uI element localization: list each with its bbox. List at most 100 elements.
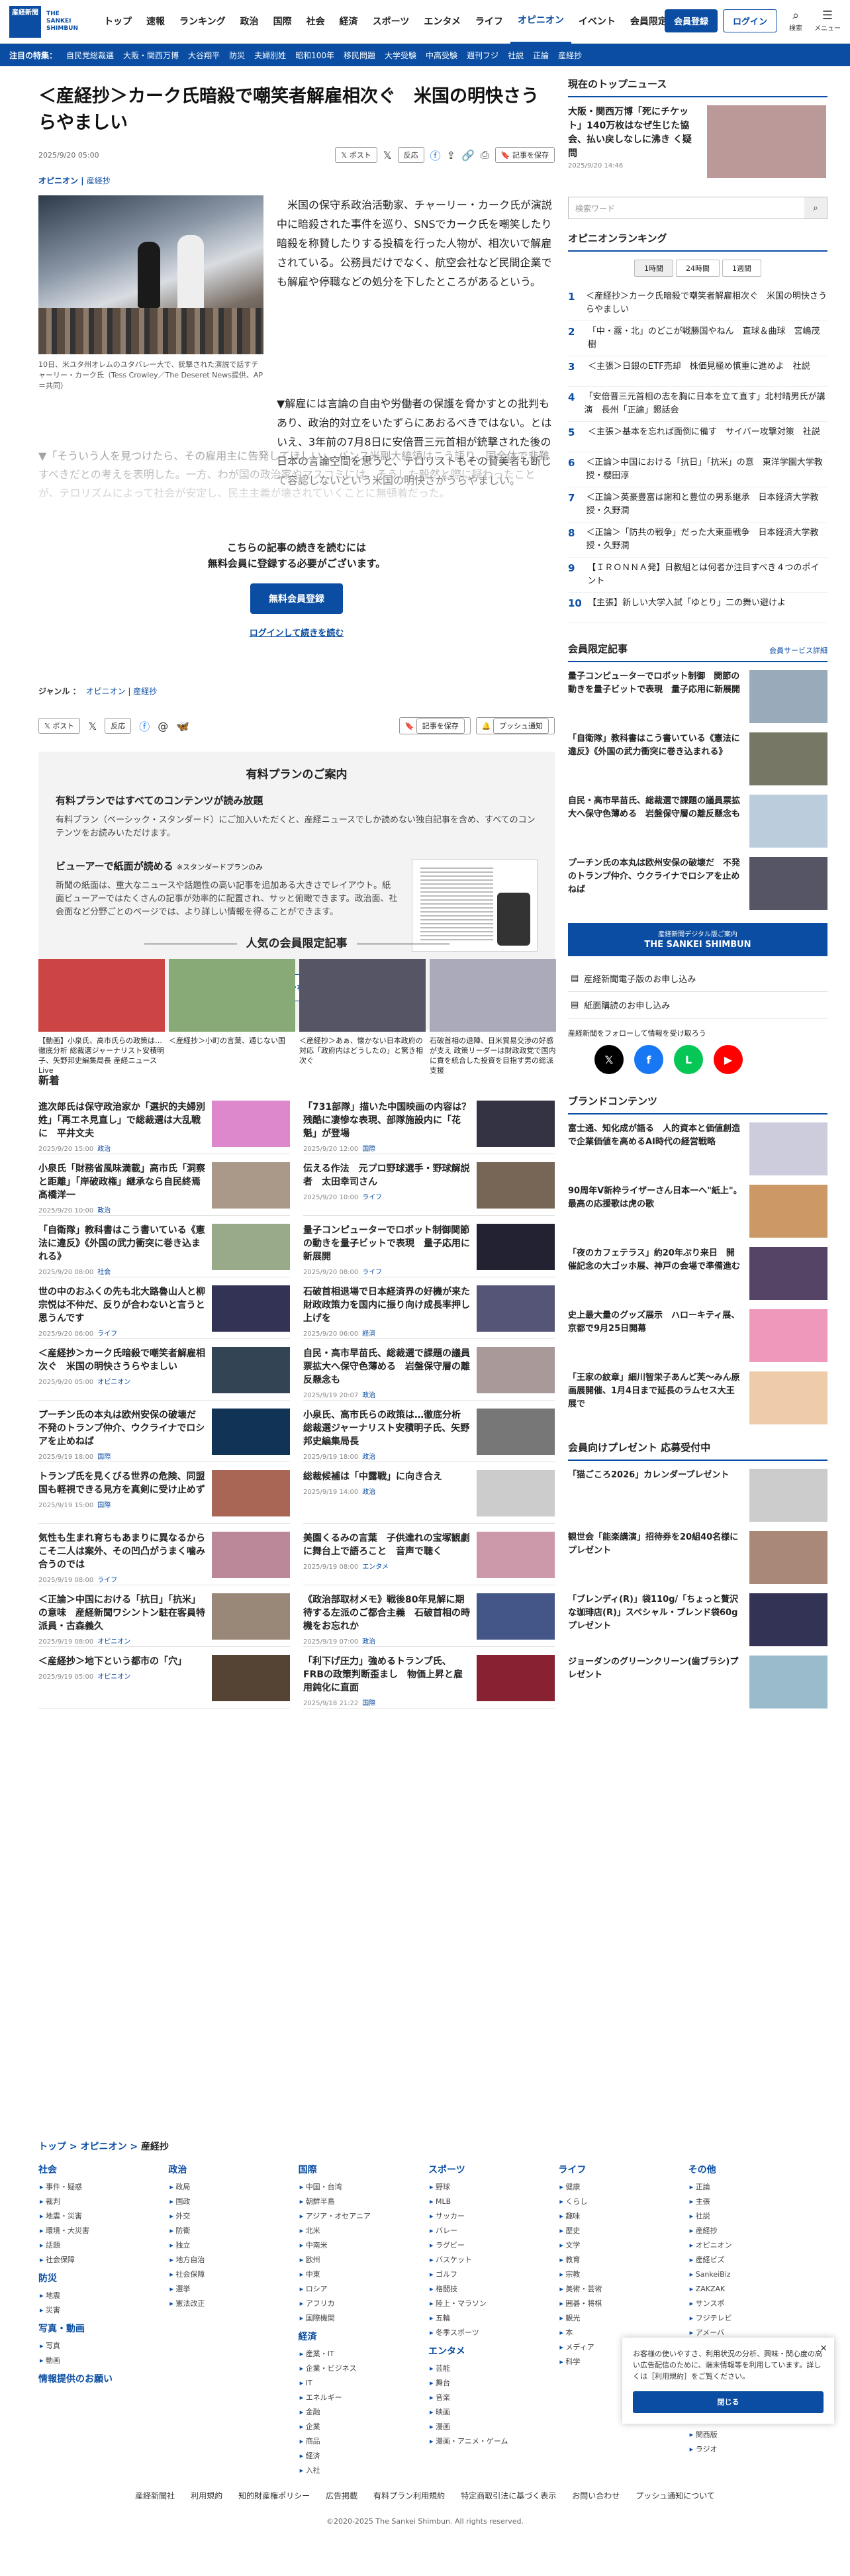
ranking-text[interactable]: ＜正論＞英豪豊富は謝和と豊位の男系継承 日本経済大学教授・久野潤 bbox=[587, 491, 827, 518]
news-row[interactable]: 石破首相退場で日本経済界の好機が来た 財政政策力を国内に振り向け成長率押し上げを… bbox=[303, 1277, 555, 1339]
footer-link[interactable]: オピニオン bbox=[688, 2238, 812, 2253]
footer-link-2[interactable]: 知的財産権ポリシー bbox=[238, 2491, 310, 2501]
member-item[interactable]: 自民・高市早苗氏、総裁選で課題の議員票拡大へ保守色薄める 岩盤保守層の離反懸念も bbox=[568, 795, 827, 848]
news-tag[interactable]: 国際 bbox=[362, 1700, 375, 1707]
top-news-item[interactable]: 大阪・関西万博「死にチケット」140万枚はなぜ生じた協会、払い戻しなしに沸き く… bbox=[568, 105, 827, 178]
free-register-button[interactable]: 無料会員登録 bbox=[250, 583, 343, 614]
footer-link[interactable]: 美術・芸術 bbox=[558, 2282, 681, 2297]
brand-text[interactable]: 「夜のカフェテラス」約20年ぶり来日 開催記念の大ゴッホ展、神戸の会場で準備進む bbox=[568, 1247, 743, 1300]
brand-item[interactable]: 90周年V新枠ライザーさん日本一へ"紙上"。最高の応援歌は虎の歌 bbox=[568, 1185, 827, 1238]
article-photo[interactable] bbox=[38, 195, 263, 354]
push-notify-button[interactable]: 🔔 プッシュ通知 bbox=[475, 717, 555, 734]
keyword-12[interactable]: 産経抄 bbox=[558, 50, 582, 61]
share-icon[interactable]: ⇪ bbox=[447, 149, 455, 162]
footer-link[interactable]: 中東 bbox=[299, 2267, 422, 2282]
news-thumb[interactable] bbox=[212, 1285, 290, 1332]
news-tag[interactable]: 経済 bbox=[362, 1330, 375, 1338]
footer-link[interactable]: 独立 bbox=[168, 2238, 291, 2253]
ranking-item[interactable]: 7 ＜正論＞英豪豊富は謝和と豊位の男系継承 日本経済大学教授・久野潤 bbox=[568, 487, 827, 522]
footer-link[interactable]: バスケット bbox=[428, 2253, 551, 2267]
news-title[interactable]: 美園くるみの言葉 子供達れの宝塚観劇に舞台上で語ろこと 音声で聴く bbox=[303, 1532, 471, 1558]
news-tag[interactable]: オピニオン bbox=[97, 1638, 130, 1646]
news-title[interactable]: 気性も生まれ育ちもあまりに異なるからこそ二人は案外、その凹凸がうまく噛み合うので… bbox=[38, 1532, 207, 1571]
news-thumb[interactable] bbox=[477, 1101, 555, 1147]
news-row[interactable]: 「731部隊」描いた中国映画の内容は？ 残酷に凄惨な表現、部隊施設内に「花魁」が… bbox=[303, 1093, 555, 1154]
brand-text[interactable]: 90周年V新枠ライザーさん日本一へ"紙上"。最高の応援歌は虎の歌 bbox=[568, 1185, 743, 1238]
react-button[interactable]: 反応 bbox=[397, 147, 424, 163]
footer-link[interactable]: 芸能 bbox=[428, 2361, 551, 2376]
news-row[interactable]: 量子コンピューターでロボット制御関節の動きを量子ビットで表現 量子応用に新展開 2… bbox=[303, 1216, 555, 1277]
footer-link[interactable]: 陸上・マラソン bbox=[428, 2297, 551, 2311]
footer-link[interactable]: 選挙 bbox=[168, 2282, 291, 2297]
news-title[interactable]: 石破首相退場で日本経済界の好機が来た 財政政策力を国内に振り向け成長率押し上げを bbox=[303, 1285, 479, 1325]
brand-item[interactable]: 富士通、知化成が語る 人的資本と価値創造で企業価値を高めるAI時代の経営戦略 bbox=[568, 1122, 827, 1175]
news-title[interactable]: 量子コンピューターでロボット制御関節の動きを量子ビットで表現 量子応用に新展開 bbox=[303, 1224, 471, 1263]
news-thumb[interactable] bbox=[212, 1593, 290, 1640]
present-thumb[interactable] bbox=[749, 1656, 827, 1709]
nav-item-3[interactable]: 政治 bbox=[233, 0, 266, 44]
present-text[interactable]: ジョーダンのグリーンクリーン(歯ブラシ)プレゼント bbox=[568, 1656, 743, 1709]
top-news-text[interactable]: 大阪・関西万博「死にチケット」140万枚はなぜ生じた協会、払い戻しなしに沸き く… bbox=[568, 105, 700, 161]
ranking-text[interactable]: 【ＩＲＯＮＮＡ発】日教組とは何者か注目すべき４つのポイント bbox=[587, 562, 827, 588]
news-thumb[interactable] bbox=[212, 1224, 290, 1270]
news-thumb[interactable] bbox=[477, 1162, 555, 1209]
news-row[interactable]: 美園くるみの言葉 子供達れの宝塚観劇に舞台上で語ろこと 音声で聴く 2025/9/… bbox=[303, 1524, 555, 1585]
footer-link-0[interactable]: 産経新聞社 bbox=[135, 2491, 175, 2501]
news-title[interactable]: 伝える作法 元プロ野球選手・野球解説者 太田幸司さん bbox=[303, 1162, 471, 1189]
news-title[interactable]: 《政治部取材メモ》戦後80年見解に期待する左派のご都合主義 石破首相の時機をお忘… bbox=[303, 1593, 471, 1633]
footer-link[interactable]: 野球 bbox=[428, 2180, 551, 2195]
facebook-icon[interactable]: ⓕ bbox=[430, 147, 441, 163]
news-row[interactable]: 《政治部取材メモ》戦後80年見解に期待する左派のご都合主義 石破首相の時機をお忘… bbox=[303, 1585, 555, 1647]
close-icon[interactable]: × bbox=[820, 2343, 827, 2354]
keyword-2[interactable]: 大谷翔平 bbox=[188, 50, 220, 61]
nav-item-1[interactable]: 速報 bbox=[139, 0, 172, 44]
member-text[interactable]: プーチン氏の本丸は欧州安保の破壊だ 不発のトランプ仲介、ウクライナでロシアを止め… bbox=[568, 857, 743, 910]
footer-heading[interactable]: スポーツ bbox=[428, 2163, 551, 2176]
footer-link[interactable]: ゴルフ bbox=[428, 2267, 551, 2282]
popular-item[interactable]: ＜産経抄＞小町の言葉、通じない国 bbox=[169, 959, 295, 1075]
save-article-button-2[interactable]: 🔖 記事を保存 bbox=[399, 717, 471, 734]
keyword-11[interactable]: 正論 bbox=[533, 50, 549, 61]
brand-item[interactable]: 「夜のカフェテラス」約20年ぶり来日 開催記念の大ゴッホ展、神戸の会場で準備進む bbox=[568, 1247, 827, 1300]
footer-link[interactable]: 事件・疑惑 bbox=[38, 2180, 162, 2195]
link-icon[interactable]: 🔗 bbox=[461, 149, 475, 162]
footer-heading[interactable]: その他 bbox=[688, 2163, 812, 2176]
popular-thumb[interactable] bbox=[169, 959, 295, 1032]
subscribe-banner[interactable]: 産経新聞デジタル版ご案内 THE SANKEI SHIMBUN bbox=[568, 923, 827, 956]
footer-link[interactable]: 国際機関 bbox=[299, 2311, 422, 2326]
footer-link[interactable]: 裁判 bbox=[38, 2195, 162, 2209]
footer-link[interactable]: IT bbox=[299, 2376, 422, 2391]
news-tag[interactable]: ライフ bbox=[97, 1577, 117, 1584]
facebook-follow-icon[interactable]: f bbox=[634, 1045, 663, 1074]
news-tag[interactable]: 政治 bbox=[362, 1454, 375, 1461]
news-thumb[interactable] bbox=[212, 1101, 290, 1147]
footer-link[interactable]: 宗教 bbox=[558, 2267, 681, 2282]
ranking-item[interactable]: 9 【ＩＲＯＮＮＡ発】日教組とは何者か注目すべき４つのポイント bbox=[568, 558, 827, 593]
nav-item-6[interactable]: 経済 bbox=[332, 0, 365, 44]
digital-apply-link[interactable]: ▤ 産経新聞電子版のお申し込み bbox=[568, 966, 827, 992]
present-thumb[interactable] bbox=[749, 1469, 827, 1522]
news-row[interactable]: 伝える作法 元プロ野球選手・野球解説者 太田幸司さん 2025/9/20 10:0… bbox=[303, 1154, 555, 1216]
footer-link[interactable]: 朝鮮半島 bbox=[299, 2195, 422, 2209]
nav-item-9[interactable]: ライフ bbox=[468, 0, 510, 44]
popular-item[interactable]: 石破首相の退陣、日米貿易交渉の好感が支え 政策リーダーは財政政党で国内に貢を統合… bbox=[430, 959, 556, 1075]
news-thumb[interactable] bbox=[477, 1655, 555, 1701]
popular-thumb[interactable] bbox=[299, 959, 426, 1032]
news-row[interactable]: ＜産経抄＞カーク氏暗殺で嘲笑者解雇相次ぐ 米国の明快さうらやましい 2025/9/… bbox=[38, 1339, 290, 1401]
keyword-5[interactable]: 昭和100年 bbox=[295, 50, 334, 61]
site-logo[interactable]: 産経新聞 bbox=[9, 5, 41, 38]
brand-text[interactable]: 史上最大量のグッズ展示 ハローキティ展、京都で9月25日開幕 bbox=[568, 1309, 743, 1362]
news-title[interactable]: 総裁候補は「中露戦」に向き合え bbox=[303, 1470, 471, 1483]
member-thumb[interactable] bbox=[749, 670, 827, 723]
footer-link[interactable]: 写真 bbox=[38, 2339, 162, 2353]
news-row[interactable]: 「利下げ圧力」強めるトランプ氏、FRBの政策判断歪まし 物価上昇と雇用鈍化に直面… bbox=[303, 1647, 555, 1709]
footer-link[interactable]: 格闘技 bbox=[428, 2282, 551, 2297]
footer-link[interactable]: 中南米 bbox=[299, 2238, 422, 2253]
nav-item-5[interactable]: 社会 bbox=[299, 0, 332, 44]
category-sub[interactable]: 産経抄 bbox=[87, 176, 111, 185]
bc-top[interactable]: トップ bbox=[38, 2142, 66, 2152]
footer-link[interactable]: 中国・台湾 bbox=[299, 2180, 422, 2195]
footer-heading[interactable]: 情報提供のお願い bbox=[38, 2372, 162, 2385]
keyword-3[interactable]: 防災 bbox=[229, 50, 245, 61]
news-row[interactable]: トランプ氏を見くびる世界の危険、同盟国も軽視できる見方を真剣に受け止めず 2025… bbox=[38, 1462, 290, 1524]
